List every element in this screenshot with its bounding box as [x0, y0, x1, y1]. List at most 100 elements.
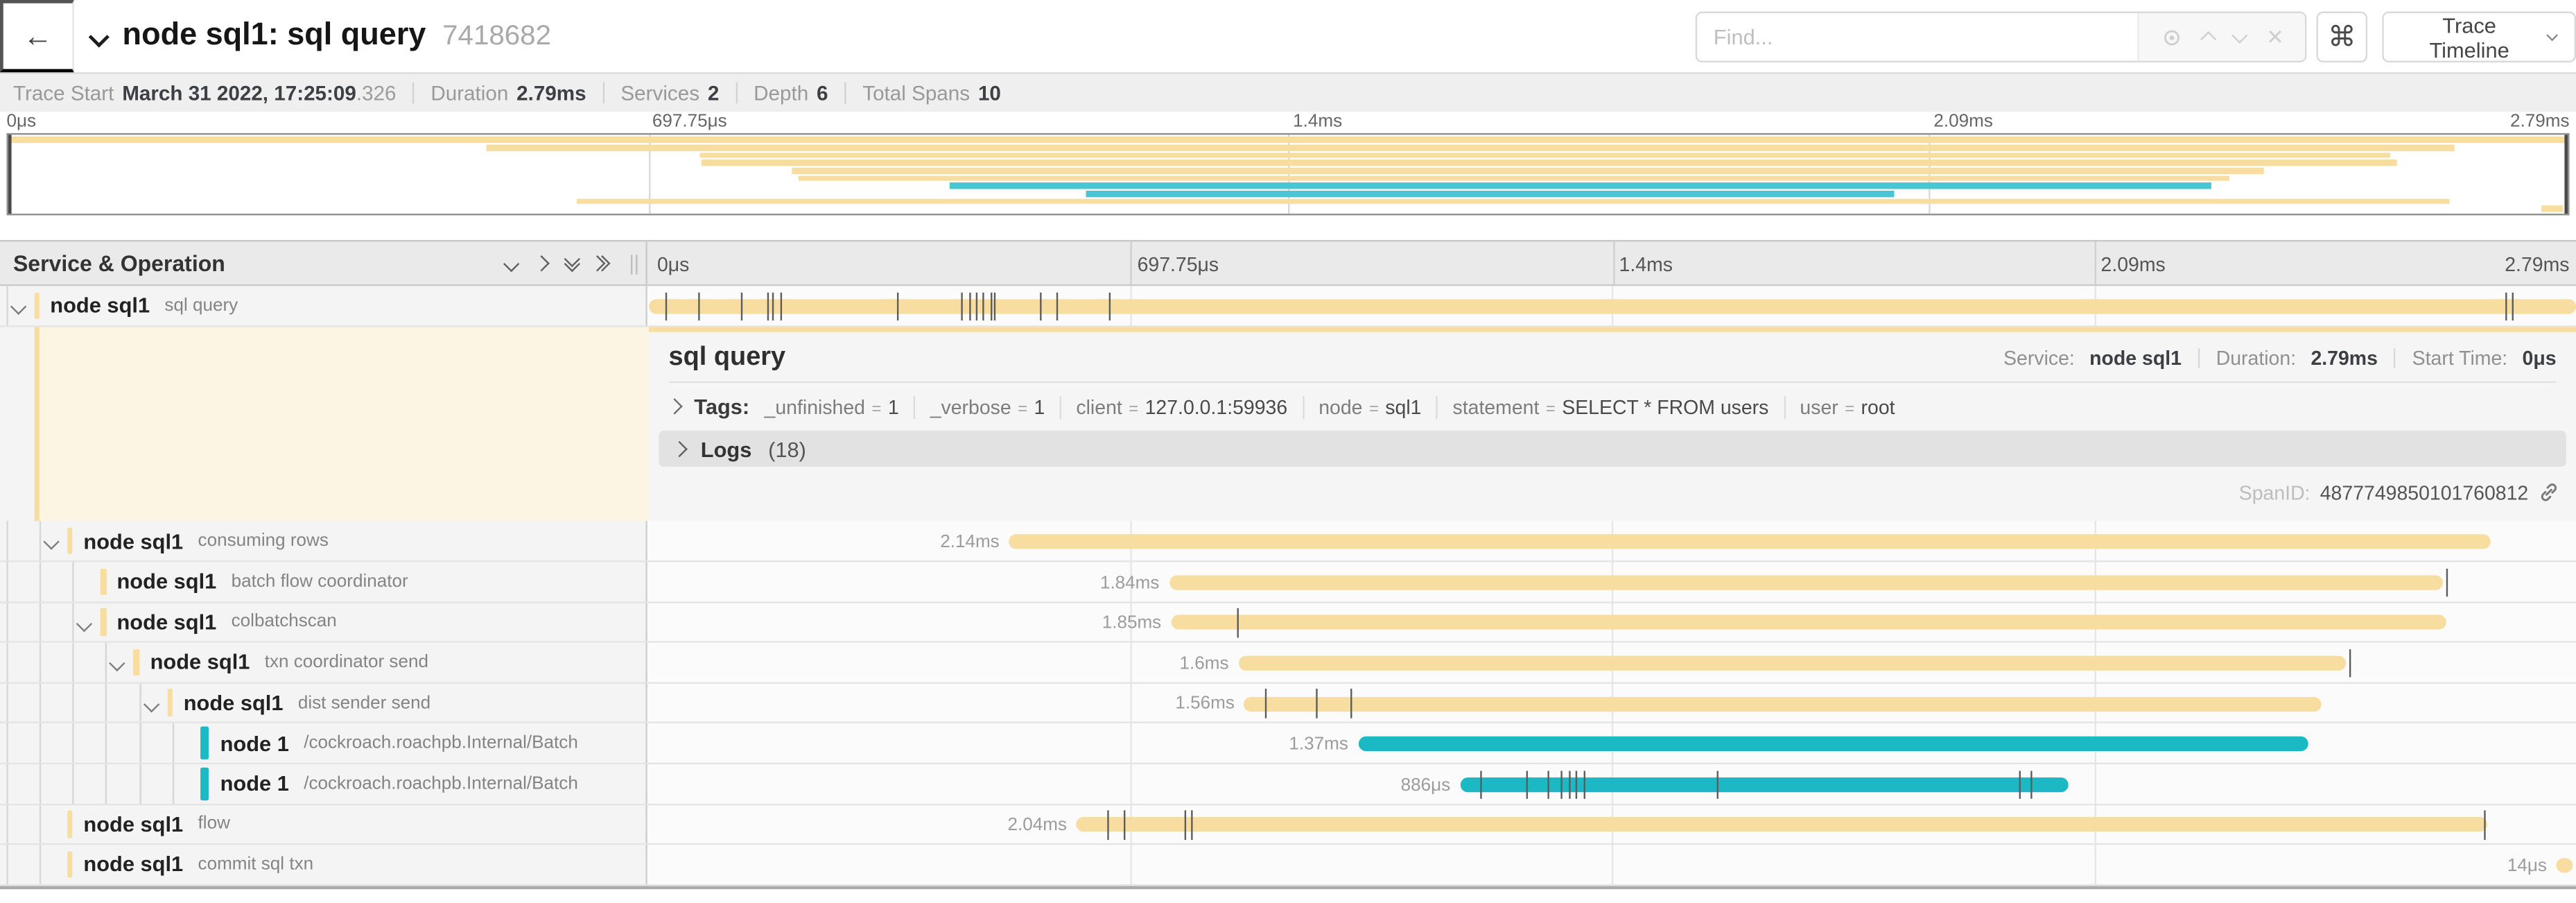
timeline-header-row: Service & Operation 0μs 697.75μs 1.4ms 2…	[0, 240, 2576, 286]
log-marker-tick	[1560, 770, 1562, 798]
span-row-bar-cell[interactable]: 2.04ms	[649, 805, 2576, 843]
expand-chevron-icon[interactable]	[110, 655, 125, 671]
tag-item[interactable]: statement=SELECT * FROM users	[1453, 395, 1769, 418]
operation-name: /cockroach.roachpb.Internal/Batch	[304, 774, 578, 793]
span-row[interactable]: node 1/cockroach.roachpb.Internal/Batch 8…	[0, 764, 2576, 805]
span-row-bar-cell[interactable]: 1.85ms	[649, 603, 2576, 642]
span-bar[interactable]	[1171, 615, 2446, 630]
find-prev-icon[interactable]	[2201, 32, 2216, 47]
page-title: node sql1: sql query	[123, 18, 426, 54]
span-row[interactable]: node sql1sql query	[0, 286, 2576, 326]
span-row-name-cell[interactable]: node sql1sql query	[0, 286, 647, 325]
find-next-icon[interactable]	[2233, 28, 2248, 43]
expand-all-icon[interactable]	[596, 257, 606, 268]
span-bar[interactable]	[1244, 696, 2322, 711]
span-row-name-cell[interactable]: node sql1commit sql txn	[0, 845, 647, 884]
tag-item[interactable]: node=sql1	[1319, 395, 1421, 418]
log-marker-tick	[1716, 770, 1718, 798]
logs-count: (18)	[768, 436, 806, 461]
span-duration-label: 886μs	[1401, 775, 1461, 794]
span-color-accent	[167, 689, 173, 716]
find-clear-icon[interactable]: ✕	[2266, 26, 2284, 48]
tag-value: 127.0.0.1:59936	[1145, 395, 1288, 418]
log-marker-tick	[1526, 770, 1527, 798]
span-detail-panel: sql query Service: node sql1 Duration: 2…	[0, 327, 2576, 522]
span-row-name-cell[interactable]: node 1/cockroach.roachpb.Internal/Batch	[0, 764, 647, 803]
span-row[interactable]: node sql1dist sender send1.56ms	[0, 683, 2576, 723]
tag-equals: =	[1845, 400, 1854, 418]
span-row-bar-cell[interactable]: 1.56ms	[649, 683, 2576, 722]
span-row-name-cell[interactable]: node sql1dist sender send	[0, 683, 647, 722]
tag-item[interactable]: user=root	[1800, 395, 1895, 418]
logs-accordion[interactable]: Logs (18)	[659, 431, 2566, 467]
view-selector-button[interactable]: Trace Timeline	[2382, 12, 2576, 62]
link-icon[interactable]	[2538, 482, 2559, 504]
span-row[interactable]: node sql1colbatchscan1.85ms	[0, 603, 2576, 643]
keyboard-shortcuts-button[interactable]: ⌘	[2317, 12, 2367, 62]
minimap-right-handle[interactable]	[2564, 135, 2568, 214]
span-row-bar-cell[interactable]: 14μs	[649, 845, 2576, 884]
span-row[interactable]: node sql1commit sql txn14μs	[0, 845, 2576, 886]
logs-expand-chevron-icon[interactable]	[671, 441, 686, 456]
find-input[interactable]	[1697, 13, 2137, 61]
start-time-label: Start Time:	[2412, 347, 2507, 370]
span-bar[interactable]	[1358, 737, 2308, 751]
minimap-left-handle[interactable]	[8, 135, 12, 214]
title-chevron-down-icon[interactable]	[89, 26, 109, 46]
span-row[interactable]: node sql1consuming rows2.14ms	[0, 522, 2576, 562]
expand-chevron-icon[interactable]	[44, 534, 59, 549]
span-row-bar-cell[interactable]: 886μs	[649, 764, 2576, 803]
tag-item[interactable]: _verbose=1	[930, 395, 1045, 418]
trace-title-group[interactable]: node sql1: sql query 7418682	[92, 0, 551, 72]
span-row[interactable]: node sql1batch flow coordinator1.84ms	[0, 562, 2576, 603]
expand-chevron-icon[interactable]	[10, 299, 26, 314]
tag-key: _verbose	[930, 395, 1011, 418]
service-name: node sql1	[116, 569, 216, 594]
span-bar[interactable]	[1239, 656, 2347, 671]
span-bar[interactable]	[1077, 818, 2487, 832]
tags-accordion[interactable]: Tags: _unfinished=1_verbose=1client=127.…	[649, 383, 2576, 429]
expand-chevron-icon[interactable]	[143, 696, 159, 712]
span-row-bar-cell[interactable]: 1.37ms	[649, 724, 2576, 763]
span-row-bar-cell[interactable]	[649, 286, 2576, 325]
span-row-text: node sql1sql query	[50, 286, 238, 325]
panel-resize-handle[interactable]	[631, 255, 637, 274]
span-bar[interactable]	[1460, 777, 2069, 791]
back-button[interactable]: ←	[0, 0, 74, 72]
span-row-name-cell[interactable]: node sql1colbatchscan	[0, 603, 647, 642]
expand-chevron-icon[interactable]	[77, 615, 92, 630]
span-bar[interactable]	[2557, 858, 2572, 872]
locate-icon[interactable]	[2159, 26, 2182, 49]
span-row-name-cell[interactable]: node 1/cockroach.roachpb.Internal/Batch	[0, 724, 647, 763]
trace-start-label: Trace Start	[13, 81, 114, 104]
span-row-bar-cell[interactable]: 2.14ms	[649, 522, 2576, 560]
log-marker-tick	[1190, 811, 1192, 839]
log-marker-tick	[665, 292, 667, 320]
tags-expand-chevron-icon[interactable]	[666, 399, 681, 415]
tag-equals: =	[1129, 400, 1138, 418]
span-row[interactable]: node 1/cockroach.roachpb.Internal/Batch1…	[0, 724, 2576, 764]
span-row-name-cell[interactable]: node sql1batch flow coordinator	[0, 562, 647, 601]
duration-value: 2.79ms	[516, 81, 586, 104]
divider	[1060, 395, 1061, 418]
span-bar[interactable]	[1009, 535, 2491, 549]
expand-one-icon[interactable]	[533, 255, 548, 270]
span-row-bar-cell[interactable]: 1.84ms	[649, 562, 2576, 601]
indent-guide-line	[6, 724, 7, 763]
collapse-all-icon[interactable]	[566, 258, 576, 268]
collapse-one-icon[interactable]	[503, 255, 519, 270]
log-marker-tick	[772, 292, 774, 320]
span-row[interactable]: node sql1txn coordinator send1.6ms	[0, 643, 2576, 683]
tag-key: _unfinished	[765, 395, 865, 418]
tag-item[interactable]: client=127.0.0.1:59936	[1076, 395, 1287, 418]
span-bar[interactable]	[649, 299, 2576, 313]
span-row-name-cell[interactable]: node sql1consuming rows	[0, 522, 647, 560]
tag-item[interactable]: _unfinished=1	[765, 395, 899, 418]
span-row[interactable]: node sql1flow2.04ms	[0, 805, 2576, 845]
span-bar[interactable]	[1169, 575, 2443, 590]
span-row-name-cell[interactable]: node sql1txn coordinator send	[0, 643, 647, 682]
minimap-canvas[interactable]	[6, 133, 2569, 215]
span-row-name-cell[interactable]: node sql1flow	[0, 805, 647, 843]
span-row-bar-cell[interactable]: 1.6ms	[649, 643, 2576, 682]
indent-guide-line	[72, 603, 73, 642]
